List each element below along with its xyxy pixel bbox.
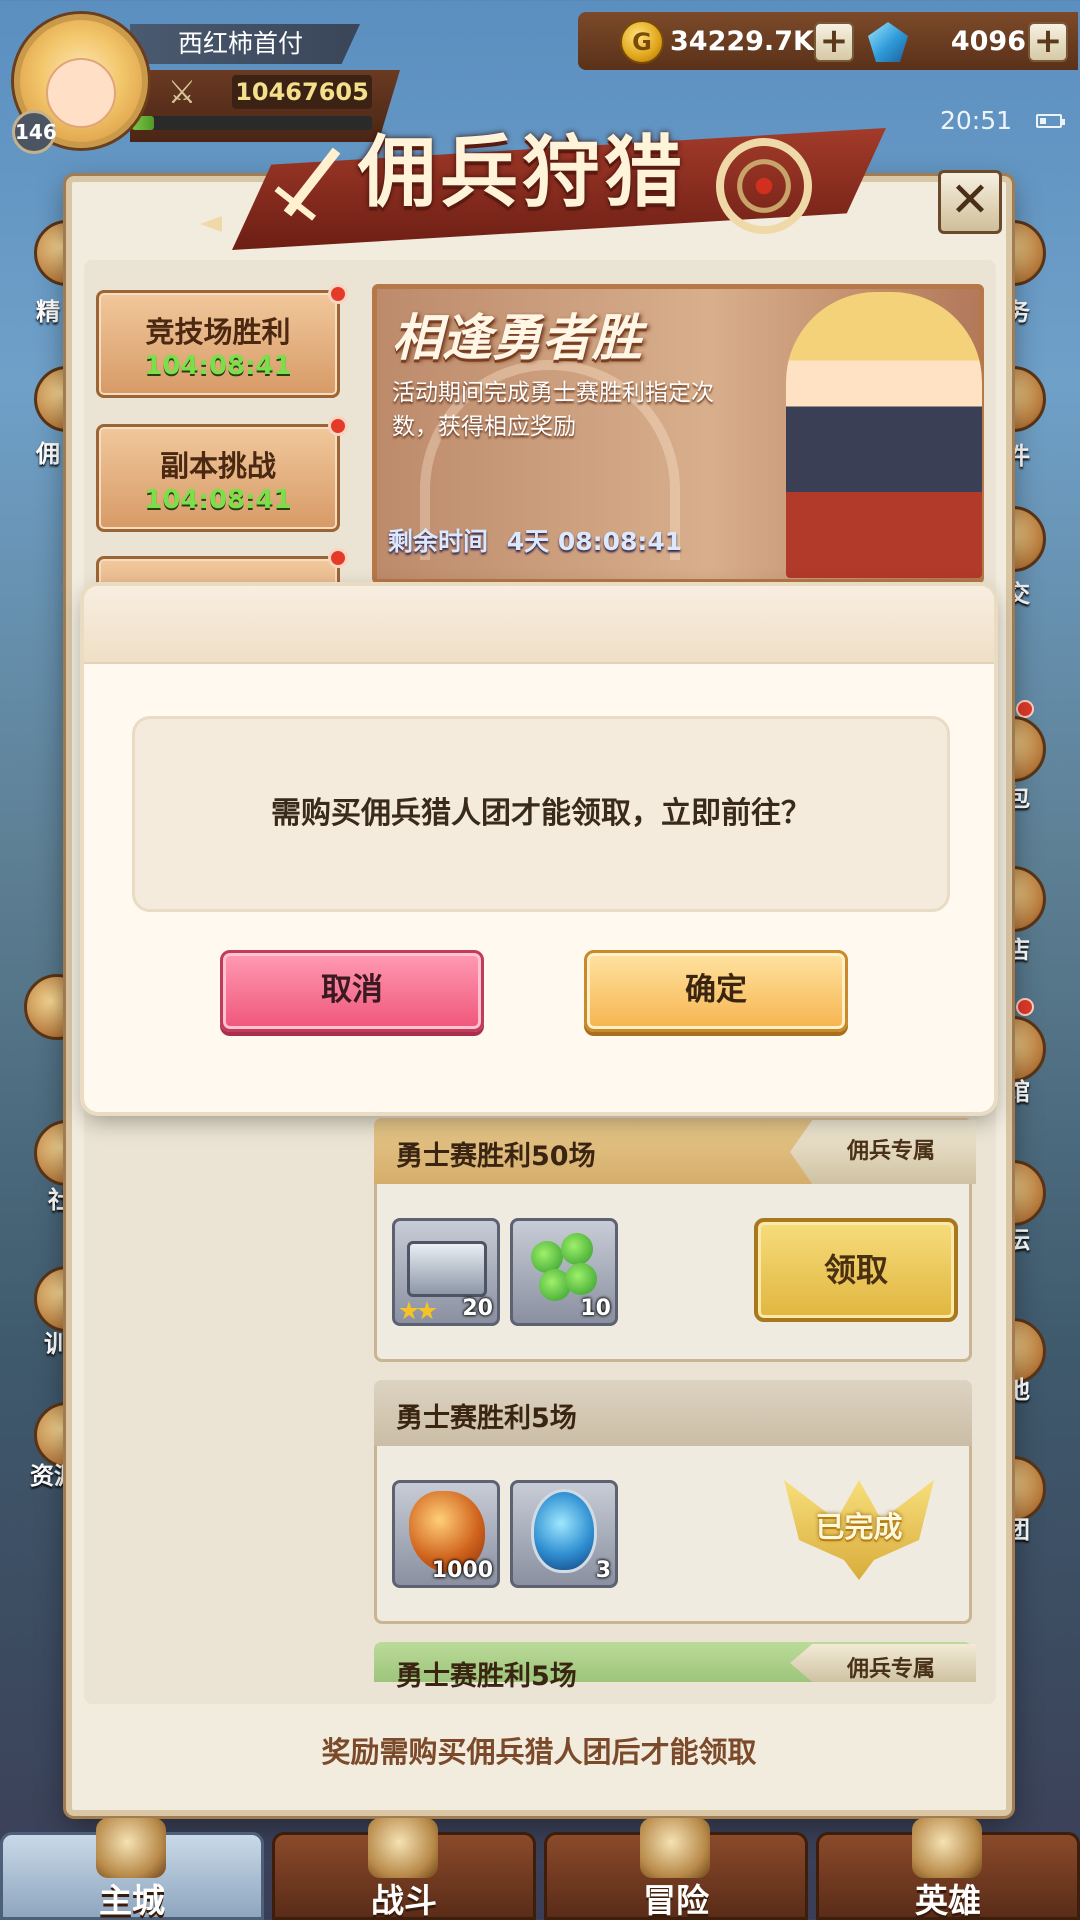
- add-gems-button[interactable]: +: [1028, 22, 1068, 62]
- nav-label: 冒险: [643, 1881, 709, 1920]
- gem-amount: 4096: [950, 26, 1026, 57]
- mission-title: 勇士赛胜利5场: [396, 1661, 577, 1692]
- reward-slot[interactable]: 1000: [392, 1480, 500, 1588]
- add-gold-button[interactable]: +: [814, 22, 854, 62]
- star-icon: [417, 1301, 437, 1320]
- tab-label: 竞技场胜利: [145, 315, 291, 349]
- battery-icon: [1036, 114, 1065, 128]
- tab-timer: 104:08:41: [144, 485, 292, 515]
- banner-title: 相逢勇者胜: [392, 309, 642, 367]
- notification-dot: [328, 416, 348, 436]
- tab-dungeon-challenge[interactable]: 副本挑战 104:08:41: [96, 424, 340, 532]
- tab-label: 副本挑战: [159, 449, 276, 483]
- reward-slot[interactable]: 20: [392, 1218, 500, 1326]
- hero-portrait: [786, 292, 982, 578]
- reward-count: 3: [595, 1558, 611, 1583]
- notification-dot: [1016, 700, 1034, 718]
- tab-arena-victory[interactable]: 竞技场胜利 104:08:41: [96, 290, 340, 398]
- remaining-time-label: 剩余时间: [388, 527, 489, 556]
- clover-icon: [531, 1233, 599, 1301]
- exclusive-tag: 佣兵专属: [790, 1644, 976, 1682]
- dialog-header: [84, 586, 994, 664]
- reward-count: 1000: [431, 1558, 493, 1583]
- mission-title: 勇士赛胜利5场: [396, 1403, 577, 1434]
- chest-icon: [407, 1241, 487, 1297]
- notification-dot: [328, 548, 348, 568]
- exclusive-tag: 佣兵专属: [790, 1120, 976, 1184]
- castle-icon: [96, 1818, 166, 1878]
- nav-label: 战斗: [371, 1881, 437, 1920]
- nav-label: 英雄: [915, 1881, 981, 1920]
- notification-dot: [328, 284, 348, 304]
- reward-count: 20: [462, 1296, 493, 1321]
- target-icon: [716, 138, 812, 234]
- completed-label: 已完成: [815, 1510, 903, 1544]
- reward-slot[interactable]: 3: [510, 1480, 618, 1588]
- claim-button[interactable]: 领取: [754, 1218, 958, 1322]
- mission-title: 勇士赛胜利50场: [396, 1141, 596, 1172]
- ribbon-arrow-icon: [200, 216, 222, 232]
- reward-count: 10: [580, 1296, 611, 1321]
- side-label-elite: 精: [36, 298, 60, 326]
- dialog-message: 需购买佣兵猎人团才能领取，立即前往？: [132, 716, 950, 912]
- close-button[interactable]: ✕: [938, 170, 1002, 234]
- notification-dot: [1016, 998, 1034, 1016]
- crossed-swords-icon: [368, 1818, 438, 1878]
- tab-timer: 104:08:41: [144, 351, 292, 381]
- banner-description: 活动期间完成勇士赛胜利指定次数，获得相应奖励: [392, 380, 714, 440]
- nav-label: 主城: [99, 1881, 165, 1920]
- avatar-face: [46, 58, 116, 128]
- map-icon: [640, 1818, 710, 1878]
- player-level: 146: [12, 110, 57, 154]
- star-icon: [399, 1301, 419, 1320]
- helmet-icon: [912, 1818, 982, 1878]
- remaining-time: 剩余时间 4天 08:08:41: [388, 522, 682, 558]
- gold-coin-icon: G: [620, 20, 664, 64]
- reward-slot[interactable]: 10: [510, 1218, 618, 1326]
- confirm-button[interactable]: 确定: [584, 950, 848, 1032]
- combat-power: 10467605: [232, 75, 372, 109]
- clock: 20:51: [940, 106, 1013, 135]
- crossed-swords-icon: ⚔: [167, 73, 197, 111]
- panel-title: 佣兵狩猎: [357, 128, 686, 218]
- footer-note: 奖励需购买佣兵猎人团后才能领取: [321, 1735, 757, 1769]
- egg-icon: [531, 1489, 597, 1573]
- side-label-train: 训: [44, 1330, 68, 1358]
- player-name: 西红柿首付: [130, 24, 360, 64]
- completed-badge: 已完成: [784, 1470, 934, 1600]
- gold-amount: 34229.7K: [670, 26, 814, 57]
- side-label-mercenary: 佣: [36, 440, 60, 468]
- remaining-time-value: 4天 08:08:41: [506, 527, 683, 556]
- cancel-button[interactable]: 取消: [220, 950, 484, 1032]
